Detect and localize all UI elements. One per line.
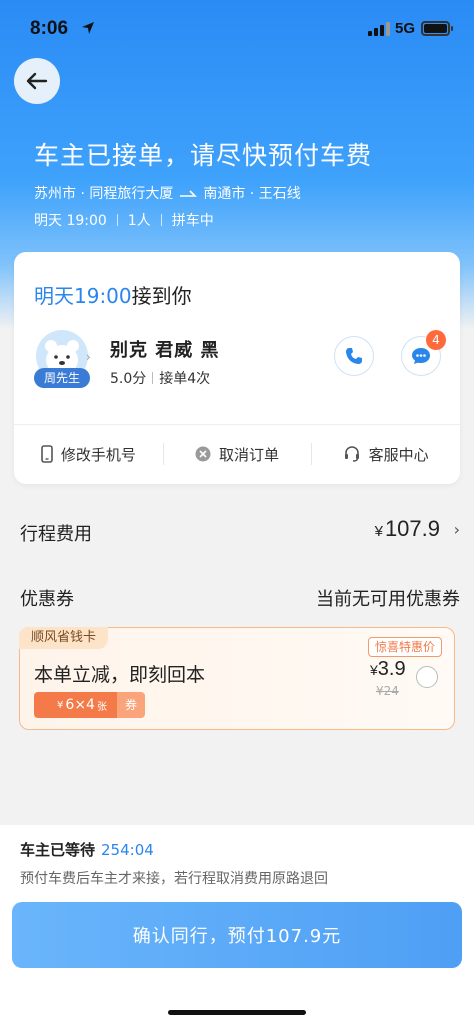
cancel-order-label: 取消订单 — [219, 445, 280, 464]
phone-icon — [346, 348, 362, 364]
customer-service-button[interactable]: 客服中心 — [311, 425, 460, 483]
home-indicator — [168, 1010, 306, 1015]
coupon-label: 优惠券 — [20, 589, 74, 610]
trip-mode: 拼车中 — [171, 213, 214, 229]
coupon-chip-suffix: 券 — [117, 692, 145, 718]
trip-fee-amount: ¥107.9 — [375, 516, 440, 542]
trip-time: 明天 19:00 — [34, 213, 107, 229]
call-driver-button[interactable] — [334, 336, 374, 376]
promo-price-value: 3.9 — [377, 658, 406, 680]
divider — [160, 214, 162, 226]
trip-meta: 明天 19:00 1人 拼车中 — [34, 210, 214, 230]
route-origin: 苏州市 · 同程旅行大厦 — [34, 186, 174, 202]
change-phone-button[interactable]: 修改手机号 — [14, 425, 163, 483]
chevron-right-icon: › — [453, 520, 460, 539]
customer-service-label: 客服中心 — [368, 445, 429, 464]
message-badge: 4 — [426, 330, 446, 350]
bottom-bar: 车主已等待 254:04 预付车费后车主才来接，若行程取消费用原路退回 确认同行，… — [0, 825, 474, 1025]
confirm-prepay-button[interactable]: 确认同行，预付107.9元 — [12, 902, 462, 968]
back-arrow-icon — [26, 72, 48, 90]
location-arrow-icon — [82, 22, 94, 34]
page-title: 车主已接单，请尽快预付车费 — [34, 141, 373, 170]
coupon-pack-chip: ¥ 6×4 张 — [34, 692, 130, 718]
trip-passengers: 1人 — [127, 213, 151, 229]
cancel-order-button[interactable]: 取消订单 — [162, 425, 312, 483]
pickup-time-value: 明天19:00 — [34, 284, 132, 308]
refund-note: 预付车费后车主才来接，若行程取消费用原路退回 — [20, 871, 328, 887]
savings-card-tag: 顺风省钱卡 — [19, 627, 109, 649]
trip-fee-value: 107.9 — [384, 516, 440, 541]
promo-original-price: ¥24 — [376, 684, 399, 698]
driver-stats: 5.0分 接单4次 — [110, 368, 210, 388]
pickup-time: 明天19:00接到你 — [34, 280, 192, 309]
route-line: 苏州市 · 同程旅行大厦 南通市 · 王石线 — [34, 183, 301, 203]
signal-icon — [368, 22, 390, 36]
card-actions: 修改手机号 取消订单 客服中心 — [14, 425, 460, 483]
phone-device-icon — [41, 445, 53, 463]
chevron-right-icon: › — [86, 350, 91, 364]
driver-card: 明天19:00接到你 周先生 › 别克 君威 黑 5.0分 接单4次 4 修改手… — [14, 252, 460, 484]
chip-currency: ¥ — [57, 699, 64, 711]
trip-fee-label: 行程费用 — [20, 524, 92, 545]
wait-status: 车主已等待 254:04 — [20, 839, 154, 860]
coupon-row[interactable]: 优惠券 当前无可用优惠券 — [20, 585, 460, 611]
network-type: 5G — [395, 20, 416, 37]
driver-avatar[interactable]: 周先生 — [34, 330, 92, 390]
close-circle-icon — [195, 446, 211, 462]
savings-card-offer[interactable]: 顺风省钱卡 惊喜特惠价 本单立减，即刻回本 ¥ 6×4 张 券 ¥3.9 ¥24 — [19, 627, 455, 730]
change-phone-label: 修改手机号 — [60, 445, 136, 464]
pickup-suffix: 接到你 — [131, 284, 192, 308]
avatar-name: 周先生 — [34, 368, 90, 388]
wait-label: 车主已等待 — [20, 841, 96, 859]
promo-select-radio[interactable] — [416, 666, 438, 688]
route-destination: 南通市 · 王石线 — [203, 186, 301, 202]
promo-price: ¥3.9 — [370, 658, 406, 681]
currency-symbol: ¥ — [374, 523, 383, 540]
chat-icon — [412, 348, 430, 364]
driver-rating: 5.0分 — [110, 371, 147, 387]
driver-orders: 接单4次 — [159, 371, 211, 387]
divider — [116, 214, 118, 226]
route-arrow-icon — [180, 190, 198, 197]
battery-icon — [421, 21, 453, 36]
driver-car: 别克 君威 黑 — [110, 340, 220, 361]
divider — [152, 372, 154, 384]
chip-value: 6×4 — [65, 697, 95, 713]
back-button[interactable] — [14, 58, 60, 104]
currency-symbol: ¥ — [370, 662, 378, 678]
status-bar: 8:06 5G — [0, 0, 474, 58]
promo-headline: 本单立减，即刻回本 — [34, 664, 206, 686]
coupon-status: 当前无可用优惠券 — [316, 589, 460, 610]
special-price-badge: 惊喜特惠价 — [367, 637, 442, 657]
chip-unit: 张 — [96, 701, 107, 713]
wait-time: 254:04 — [101, 841, 154, 859]
headset-icon — [344, 446, 359, 462]
status-time: 8:06 — [30, 18, 69, 39]
